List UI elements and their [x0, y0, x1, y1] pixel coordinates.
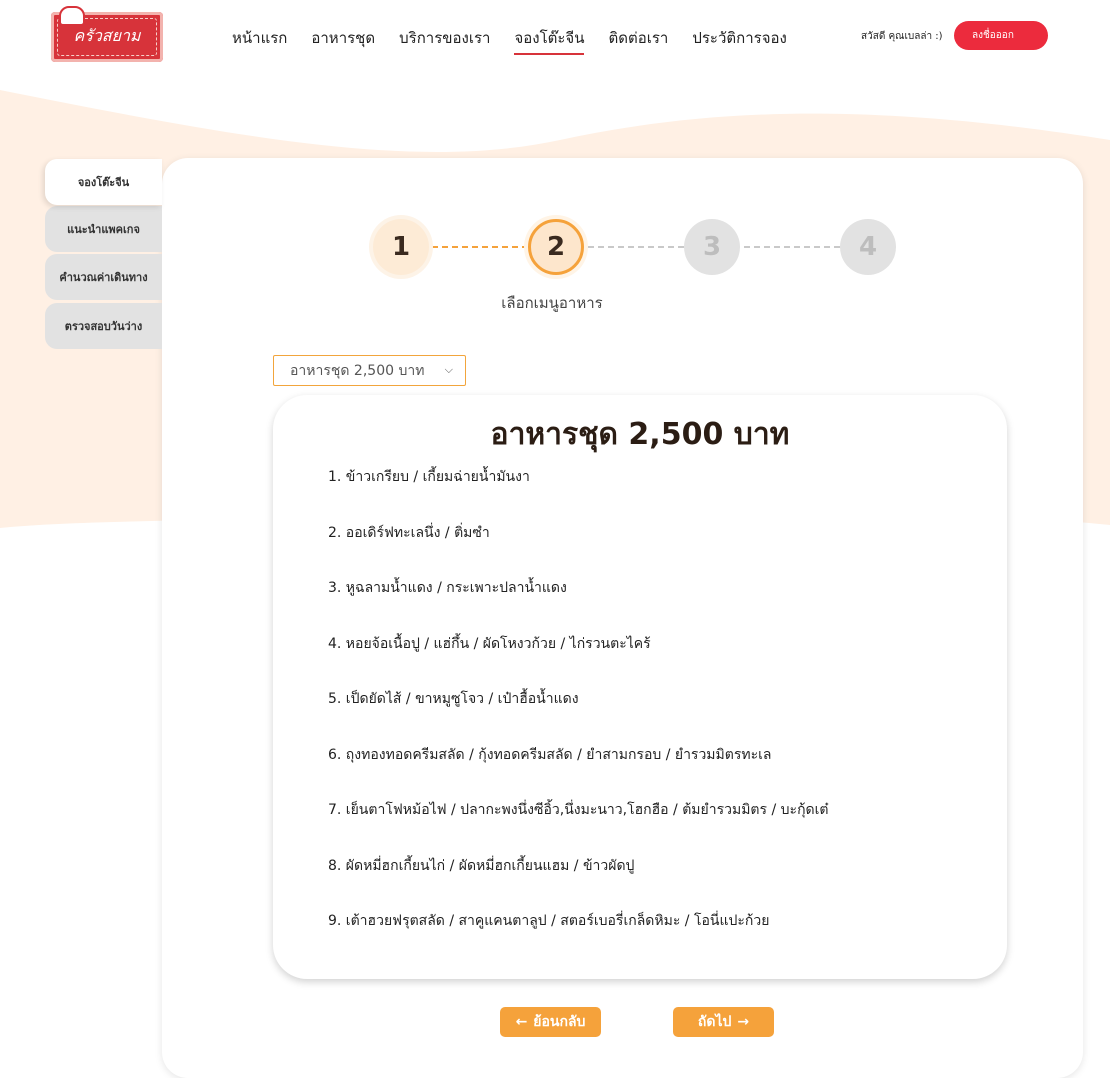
main-nav: หน้าแรก อาหารชุด บริการของเรา จองโต๊ะจีน…	[232, 26, 811, 55]
chevron-down-icon: ⌵	[444, 363, 453, 376]
menu-item: 8. ผัดหมี่ฮกเกี้ยนไก่ / ผัดหมี่ฮกเกี้ยนแ…	[328, 857, 635, 874]
menu-item: 4. หอยจ้อเนื้อปู / แฮ่กึ้น / ผัดโหงวก้วย…	[328, 635, 651, 652]
step-connector-1-2	[432, 246, 528, 248]
step-2-current: 2	[528, 219, 584, 275]
side-tab-travel-cost[interactable]: คำนวณค่าเดินทาง	[45, 254, 162, 300]
menu-item: 7. เย็นตาโฟหม้อไฟ / ปลากะพงนึ่งซีอิ้ว,นึ…	[328, 802, 829, 818]
next-button[interactable]: ถัดไป →	[673, 1007, 774, 1037]
nav-book-table[interactable]: จองโต๊ะจีน	[514, 26, 585, 55]
step-connector-3-4	[744, 246, 840, 248]
side-tab-book-table[interactable]: จองโต๊ะจีน	[45, 159, 162, 205]
next-button-label: ถัดไป	[697, 1014, 732, 1030]
back-button-label: ย้อนกลับ	[533, 1014, 586, 1030]
nav-home[interactable]: หน้าแรก	[232, 26, 287, 55]
menu-item: 3. หูฉลามน้ำแดง / กระเพาะปลาน้ำแดง	[328, 580, 567, 596]
step-connector-2-3	[588, 246, 684, 248]
menu-item: 6. ถุงทองทอดครีมสลัด / กุ้งทอดครีมสลัด /…	[328, 746, 772, 763]
menu-item: 9. เต้าฮวยฟรุตสลัด / สาคูแคนตาลูป / สตอร…	[328, 913, 770, 929]
nav-booking-history[interactable]: ประวัติการจอง	[692, 26, 786, 55]
menu-item: 1. ข้าวเกรียบ / เกี้ยมฉ่ายน้ำมันงา	[328, 469, 530, 485]
menu-item: 5. เป็ดยัดไส้ / ขาหมูซูโจว / เป๋าฮื้อน้ำ…	[328, 691, 579, 707]
arrow-right-icon: →	[737, 1014, 750, 1030]
menu-list: 1. ข้าวเกรียบ / เกี้ยมฉ่ายน้ำมันงา 2. ออ…	[328, 467, 829, 967]
side-tab-packages[interactable]: แนะนำแพคเกจ	[45, 206, 162, 252]
set-menu-select-value: อาหารชุด 2,500 บาท	[290, 362, 425, 379]
menu-title: อาหารชุด 2,500 บาท	[490, 417, 790, 452]
logo-text: ครัวสยาม	[73, 26, 141, 45]
nav-set-menu[interactable]: อาหารชุด	[311, 26, 375, 55]
logout-button[interactable]: ลงชื่อออก	[954, 21, 1048, 50]
step-1: 1	[373, 219, 429, 275]
step-4: 4	[840, 219, 896, 275]
nav-contact[interactable]: ติดต่อเรา	[608, 26, 668, 55]
step-caption: เลือกเมนูอาหาร	[501, 294, 603, 312]
top-header: ครัวสยาม หน้าแรก อาหารชุด บริการของเรา จ…	[0, 0, 1110, 76]
step-3: 3	[684, 219, 740, 275]
menu-item: 2. ออเดิร์ฟทะเลนึ่ง / ติ่มซำ	[328, 524, 490, 541]
set-menu-select[interactable]: อาหารชุด 2,500 บาท ⌵	[273, 355, 466, 386]
nav-services[interactable]: บริการของเรา	[399, 26, 490, 55]
menu-card: อาหารชุด 2,500 บาท 1. ข้าวเกรียบ / เกี้ย…	[273, 395, 1007, 979]
chef-hat-icon	[59, 6, 85, 26]
back-button[interactable]: ← ย้อนกลับ	[500, 1007, 601, 1037]
brand-logo[interactable]: ครัวสยาม	[51, 6, 163, 62]
user-greeting: สวัสดี คุณเบลล่า :)	[861, 31, 943, 42]
side-tab-availability[interactable]: ตรวจสอบวันว่าง	[45, 303, 162, 349]
arrow-left-icon: ←	[515, 1014, 528, 1030]
